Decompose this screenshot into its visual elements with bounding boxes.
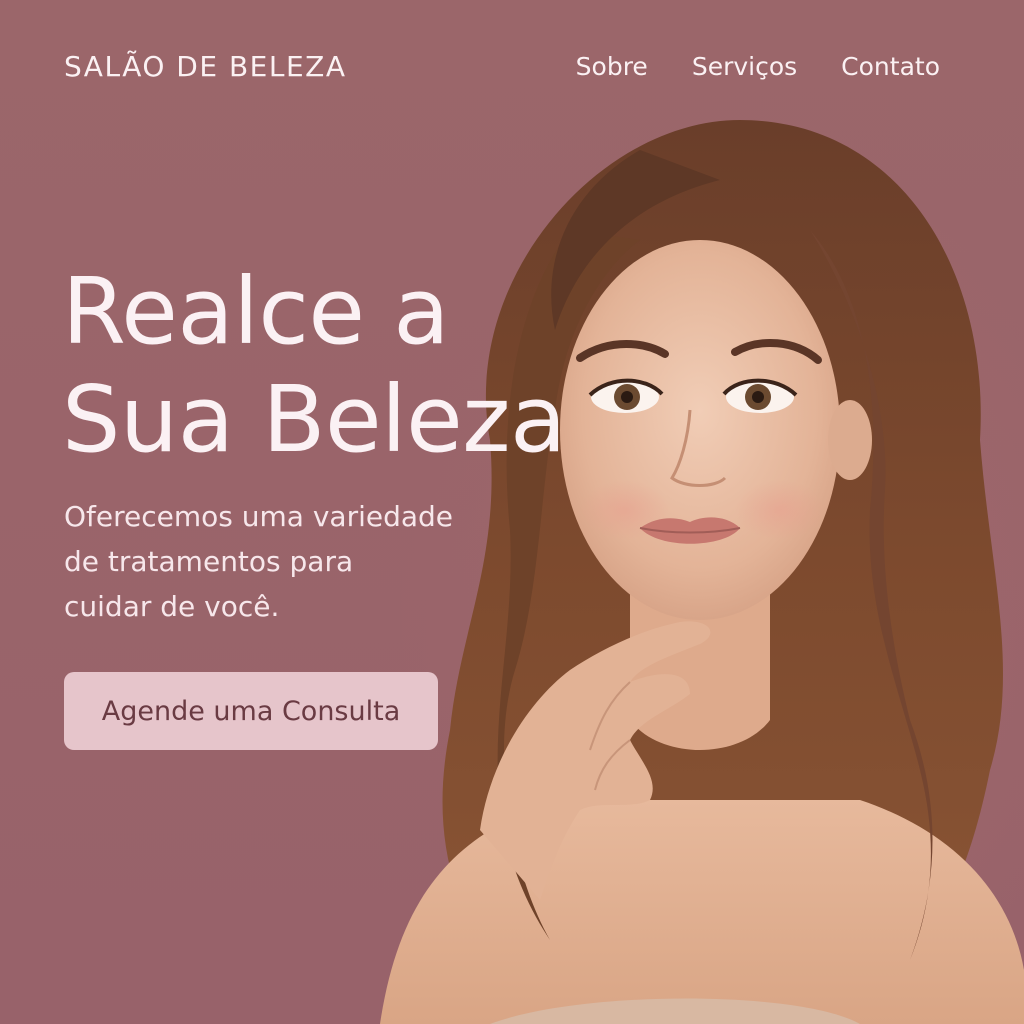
nav-link-servicos[interactable]: Serviços (692, 52, 797, 81)
hero-subtitle-line1: Oferecemos uma variedade (64, 500, 454, 533)
main-nav: Sobre Serviços Contato (576, 52, 940, 81)
nav-item-servicos: Serviços (692, 52, 797, 81)
hero-headline: Realce a Sua Beleza (62, 258, 566, 474)
hero-subtitle: Oferecemos uma variedade de tratamentos … (64, 494, 484, 629)
hero-headline-line1: Realce a (62, 258, 450, 365)
landing-page: SALÃO DE BELEZA Sobre Serviços Contato R… (0, 0, 1024, 1024)
hero-subtitle-line2: de tratamentos para (64, 545, 354, 578)
nav-item-contato: Contato (841, 52, 940, 81)
nav-link-contato[interactable]: Contato (841, 52, 940, 81)
book-consultation-button[interactable]: Agende uma Consulta (64, 672, 438, 750)
hero-subtitle-line3: cuidar de você. (64, 590, 280, 623)
nav-item-sobre: Sobre (576, 52, 648, 81)
brand-logo-text[interactable]: SALÃO DE BELEZA (64, 50, 346, 83)
nav-link-sobre[interactable]: Sobre (576, 52, 648, 81)
hero-headline-line2: Sua Beleza (62, 366, 566, 473)
